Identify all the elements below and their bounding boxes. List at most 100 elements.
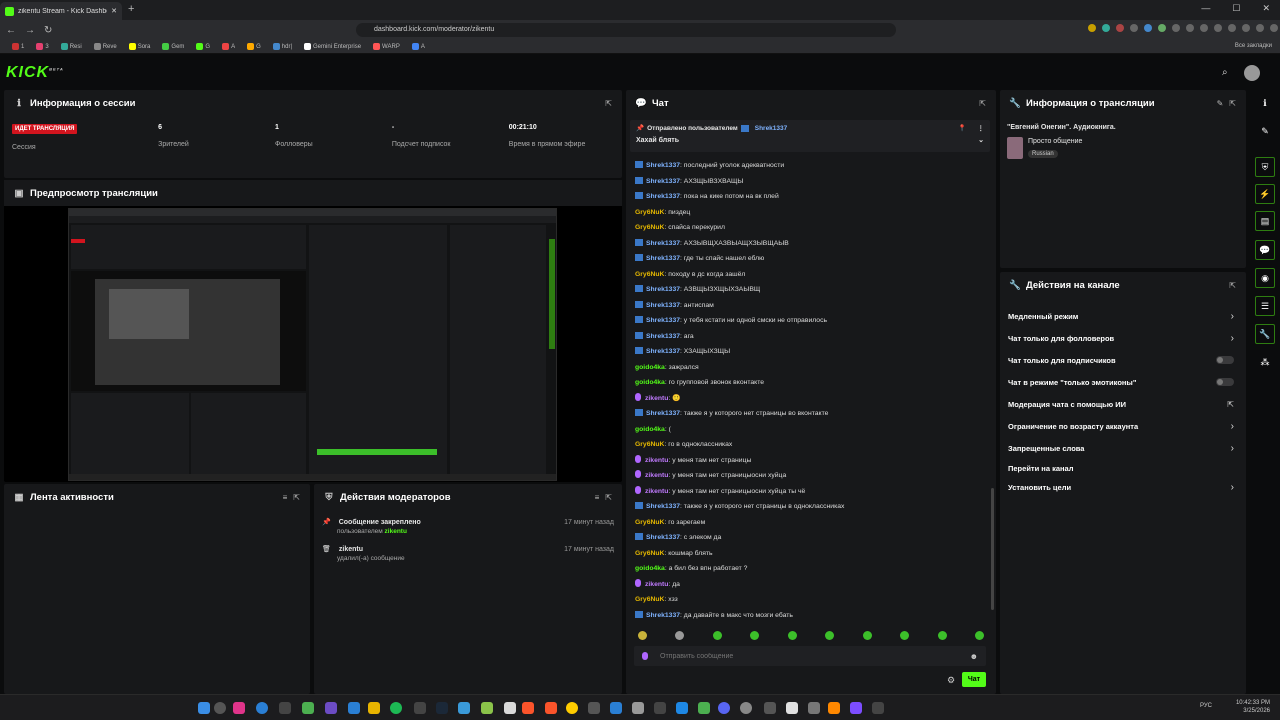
emote-icon[interactable] — [675, 631, 685, 640]
chat-message[interactable]: Shrek1337: да давайте в макс что мозги е… — [635, 608, 984, 624]
chat-message[interactable]: Gry6NuK: го в одноклассниках — [635, 437, 984, 453]
chat-message[interactable]: Gry6NuK: хзз — [635, 592, 984, 608]
extension-icon[interactable] — [1102, 24, 1110, 32]
emote-icon[interactable] — [862, 631, 872, 640]
emote-icon[interactable] — [712, 631, 722, 640]
chat-message[interactable]: Shrek1337: пока на кике потом на вк плей — [635, 189, 984, 205]
extension-icon[interactable] — [1228, 24, 1236, 32]
chat-message[interactable]: Gry6NuK: пиздец — [635, 205, 984, 221]
taskbar-app-icon[interactable] — [233, 702, 245, 714]
taskbar-app-icon[interactable] — [764, 702, 776, 714]
edit-icon[interactable]: ✎ — [1217, 99, 1224, 108]
taskbar-app-icon[interactable] — [654, 702, 666, 714]
chat-username[interactable]: goido4ka — [635, 379, 665, 386]
channel-action-item[interactable]: Запрещенные слова › — [1000, 437, 1242, 459]
extension-icon[interactable] — [1172, 24, 1180, 32]
list-icon[interactable]: ☰ — [1255, 296, 1275, 316]
chat-username[interactable]: goido4ka — [635, 426, 665, 433]
chat-username[interactable]: Gry6NuK — [635, 596, 664, 603]
shield-icon[interactable]: ⛨ — [1255, 157, 1275, 177]
send-chat-button[interactable]: Чат — [962, 672, 986, 687]
extension-icon[interactable] — [1256, 24, 1264, 32]
chat-message[interactable]: Shrek1337: где ты спайс нашел еблю — [635, 251, 984, 267]
wrench-icon[interactable]: 🔧 — [1255, 324, 1275, 344]
bookmark-item[interactable]: Reve — [93, 43, 117, 50]
bookmark-item[interactable]: A — [222, 43, 235, 50]
steam-icon[interactable] — [436, 702, 448, 714]
emoji-icon[interactable]: ☻ — [970, 652, 978, 661]
forward-icon[interactable]: → — [25, 25, 35, 36]
chat-username[interactable]: Shrek1337 — [646, 503, 680, 510]
bookmark-item[interactable]: Gem — [162, 43, 184, 50]
extension-icon[interactable] — [1242, 24, 1250, 32]
emote-icon[interactable] — [937, 631, 947, 640]
chat-input[interactable] — [660, 652, 962, 660]
taskbar-app-icon[interactable] — [256, 702, 268, 714]
taskbar-app-icon[interactable] — [504, 702, 516, 714]
emote-icon[interactable] — [825, 631, 835, 640]
channel-action-item[interactable]: Чат только для подписчиков — [1000, 349, 1242, 371]
bookmark-item[interactable]: Sora — [128, 43, 150, 50]
chat-message[interactable]: zikentu: да — [635, 577, 984, 593]
channel-action-item[interactable]: Модерация чата с помощью ИИ ⇱ — [1000, 393, 1242, 415]
settings-gear-icon[interactable]: ⚙ — [947, 675, 955, 686]
apps-icon[interactable]: ⁂ — [1255, 352, 1275, 372]
chat-icon[interactable]: 💬 — [1255, 240, 1275, 260]
channel-action-item[interactable]: Перейти на канал — [1000, 459, 1242, 478]
chat-username[interactable]: Shrek1337 — [646, 178, 680, 185]
chat-message[interactable]: Gry6NuK: спайса перекурил — [635, 220, 984, 236]
popout-icon[interactable]: ⇱ — [293, 493, 300, 502]
chat-username[interactable]: goido4ka — [635, 565, 665, 572]
chat-username[interactable]: zikentu — [645, 581, 668, 588]
bookmark-item[interactable]: Resi — [60, 43, 82, 50]
chat-username[interactable]: zikentu — [645, 395, 668, 402]
chat-username[interactable]: Gry6NuK — [635, 209, 664, 216]
chat-username[interactable]: Shrek1337 — [646, 240, 680, 247]
chat-username[interactable]: Gry6NuK — [635, 271, 664, 278]
taskbar-app-icon[interactable] — [325, 702, 337, 714]
taskbar-app-icon[interactable] — [588, 702, 600, 714]
extension-icon[interactable] — [1270, 24, 1278, 32]
bookmark-item[interactable]: 1 — [12, 43, 24, 50]
extension-icon[interactable] — [1200, 24, 1208, 32]
bookmark-item[interactable]: A — [411, 43, 425, 50]
bookmark-item[interactable]: WARP — [373, 43, 400, 50]
folder-icon[interactable] — [368, 702, 380, 714]
minimize-icon[interactable]: — — [1201, 3, 1210, 14]
toggle-switch[interactable] — [1216, 378, 1234, 386]
taskbar-app-icon[interactable] — [458, 702, 470, 714]
taskbar-app-icon[interactable] — [740, 702, 752, 714]
filter-icon[interactable]: ≡ — [595, 493, 600, 502]
kick-logo[interactable]: KICKBETA — [6, 64, 64, 82]
extension-icon[interactable] — [1186, 24, 1194, 32]
channel-action-item[interactable]: Чат только для фолловеров › — [1000, 327, 1242, 349]
reload-icon[interactable]: ↻ — [44, 25, 52, 36]
tab-close-icon[interactable]: ✕ — [111, 7, 117, 15]
chat-username[interactable]: Shrek1337 — [646, 612, 680, 619]
chat-message[interactable]: zikentu: 🙂 — [635, 391, 984, 407]
chat-message[interactable]: Shrek1337: с элеком да — [635, 530, 984, 546]
chat-username[interactable]: Shrek1337 — [646, 333, 680, 340]
chat-message[interactable]: Shrek1337: антиспам — [635, 298, 984, 314]
chat-username[interactable]: Gry6NuK — [635, 519, 664, 526]
popout-icon[interactable]: ⇱ — [605, 493, 612, 502]
chat-message[interactable]: goido4ka: а бил без впн работает ? — [635, 561, 984, 577]
taskbar-app-icon[interactable] — [610, 702, 622, 714]
chat-username[interactable]: Shrek1337 — [646, 317, 680, 324]
clock-time[interactable]: 10:42:33 PM — [1236, 699, 1270, 707]
chat-message[interactable]: Gry6NuK: го зарегаем — [635, 515, 984, 531]
chat-message[interactable]: zikentu: у меня там нет страницы — [635, 453, 984, 469]
chat-username[interactable]: Gry6NuK — [635, 550, 664, 557]
pinned-message[interactable]: 📌 Отправлено пользователем Shrek1337 📍 ⋮ Хах… — [630, 120, 990, 152]
extension-icon[interactable] — [1214, 24, 1222, 32]
chat-message[interactable]: goido4ka: го групповой звонок вконтакте — [635, 375, 984, 391]
discord-icon[interactable] — [718, 702, 730, 714]
search-icon[interactable]: ⌕ — [1222, 67, 1228, 78]
chat-message[interactable]: Shrek1337: ХЗАЩЫХЗЩЫ — [635, 344, 984, 360]
windows-start-icon[interactable] — [198, 702, 210, 714]
close-window-icon[interactable]: ✕ — [1262, 3, 1270, 14]
broadcast-icon[interactable]: ◉ — [1255, 268, 1275, 288]
stream-preview-video[interactable] — [68, 208, 557, 481]
back-icon[interactable]: ← — [6, 25, 16, 36]
chat-username[interactable]: Shrek1337 — [646, 348, 680, 355]
